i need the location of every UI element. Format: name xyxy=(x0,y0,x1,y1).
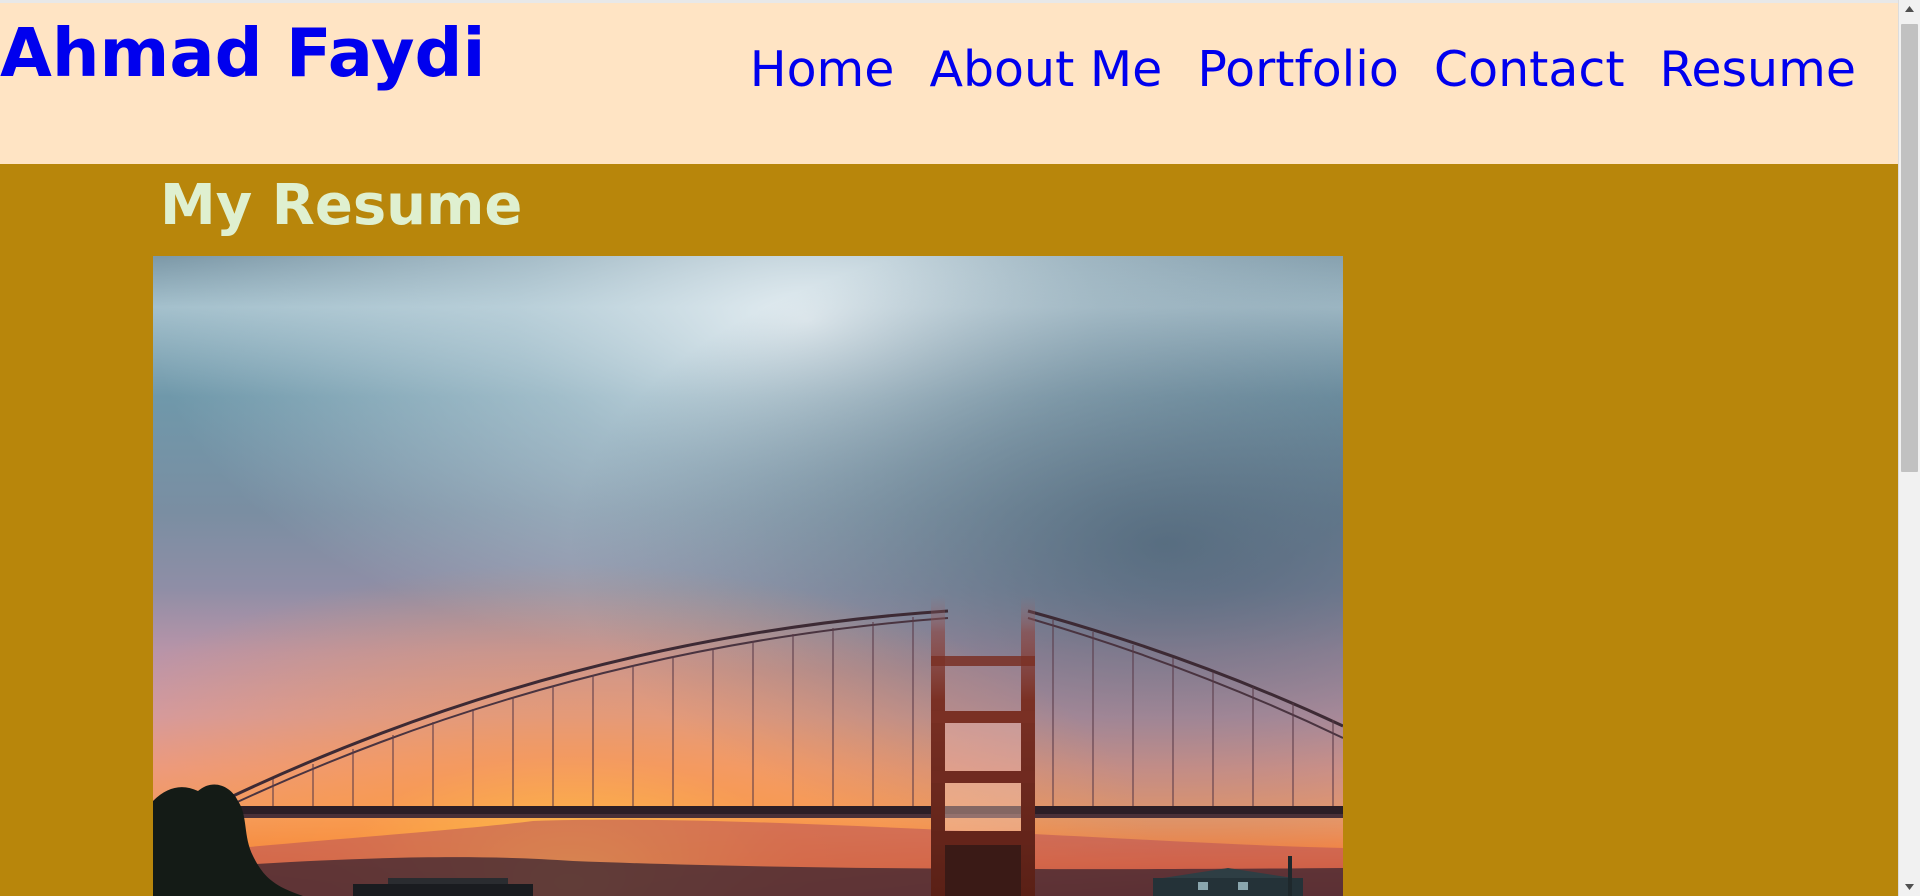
scroll-thumb[interactable] xyxy=(1901,24,1918,472)
nav-contact-link[interactable]: Contact xyxy=(1434,41,1625,100)
triangle-down-icon xyxy=(1905,884,1914,890)
site-brand-link[interactable]: Ahmad Faydi xyxy=(0,13,485,93)
nav-home-link[interactable]: Home xyxy=(750,41,895,100)
vertical-scrollbar[interactable] xyxy=(1898,0,1920,896)
scroll-down-button[interactable] xyxy=(1899,878,1920,896)
page-title: My Resume xyxy=(160,173,523,238)
nav-about-link[interactable]: About Me xyxy=(929,41,1162,100)
main-nav: Home About Me Portfolio Contact Resume xyxy=(715,41,1856,100)
triangle-up-icon xyxy=(1905,6,1914,12)
scroll-up-button[interactable] xyxy=(1899,0,1920,18)
page: Ahmad Faydi Home About Me Portfolio Cont… xyxy=(0,0,1898,896)
resume-photo-golden-gate xyxy=(153,256,1343,896)
main-content: My Resume xyxy=(153,164,1343,896)
site-header: Ahmad Faydi Home About Me Portfolio Cont… xyxy=(0,3,1898,164)
nav-portfolio-link[interactable]: Portfolio xyxy=(1197,41,1399,100)
nav-resume-link[interactable]: Resume xyxy=(1660,41,1856,100)
